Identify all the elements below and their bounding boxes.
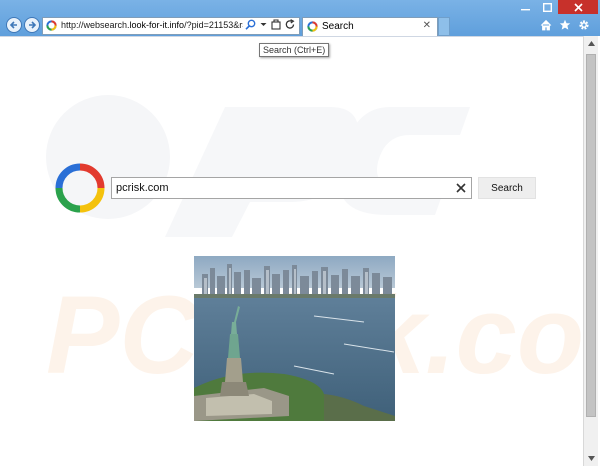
- maximize-button[interactable]: [536, 0, 558, 14]
- refresh-icon[interactable]: [285, 19, 295, 30]
- browser-toolbar: http://websearch.look-for-it.info/?pid=2…: [0, 0, 600, 36]
- search-icon[interactable]: [245, 19, 256, 30]
- address-url: http://websearch.look-for-it.info/?pid=2…: [61, 20, 243, 30]
- close-icon: [573, 2, 583, 12]
- search-tooltip: Search (Ctrl+E): [259, 43, 330, 57]
- maximize-icon: [542, 2, 552, 12]
- page-content: PC risk.com Search: [0, 36, 583, 466]
- back-arrow-icon: [9, 21, 17, 29]
- minimize-icon: [520, 8, 530, 10]
- clear-x-icon: [456, 183, 466, 193]
- search-engine-logo-icon: [55, 163, 105, 213]
- tab-favicon-icon: [307, 21, 318, 32]
- scroll-down-arrow-icon: [588, 456, 595, 461]
- search-input[interactable]: [111, 177, 472, 199]
- window-caption-buttons: [514, 0, 598, 14]
- address-tools: [245, 19, 295, 30]
- search-button[interactable]: Search: [478, 177, 536, 199]
- home-icon[interactable]: [540, 19, 552, 31]
- close-window-button[interactable]: [558, 0, 598, 14]
- vertical-scrollbar[interactable]: [583, 36, 598, 466]
- forward-arrow-icon: [29, 21, 37, 29]
- scroll-thumb[interactable]: [586, 54, 596, 417]
- favorites-star-icon[interactable]: [559, 19, 571, 31]
- tab-search[interactable]: Search ✕: [302, 17, 438, 36]
- clear-search-button[interactable]: [451, 178, 471, 198]
- compatibility-view-icon[interactable]: [271, 19, 281, 30]
- statue-of-liberty-photo: [194, 256, 395, 421]
- new-tab-button[interactable]: [438, 17, 450, 36]
- dropdown-arrow-icon[interactable]: [260, 19, 267, 30]
- browser-window: http://websearch.look-for-it.info/?pid=2…: [0, 0, 600, 466]
- address-bar[interactable]: http://websearch.look-for-it.info/?pid=2…: [42, 17, 300, 35]
- tab-title: Search: [322, 21, 354, 32]
- url-prefix: http://websearch.: [61, 20, 130, 30]
- url-suffix: /?pid=21153&r=2015: [184, 20, 243, 30]
- scroll-down-button[interactable]: [584, 451, 599, 466]
- forward-button[interactable]: [24, 17, 40, 33]
- settings-gear-icon[interactable]: [578, 19, 590, 31]
- url-domain: look-for-it.info: [129, 20, 185, 30]
- scroll-up-button[interactable]: [584, 36, 599, 51]
- minimize-button[interactable]: [514, 0, 536, 14]
- site-favicon-icon: [46, 20, 57, 31]
- back-button[interactable]: [6, 17, 22, 33]
- tab-close-icon[interactable]: ✕: [423, 20, 431, 31]
- scroll-up-arrow-icon: [588, 41, 595, 46]
- right-toolbar: [540, 19, 590, 31]
